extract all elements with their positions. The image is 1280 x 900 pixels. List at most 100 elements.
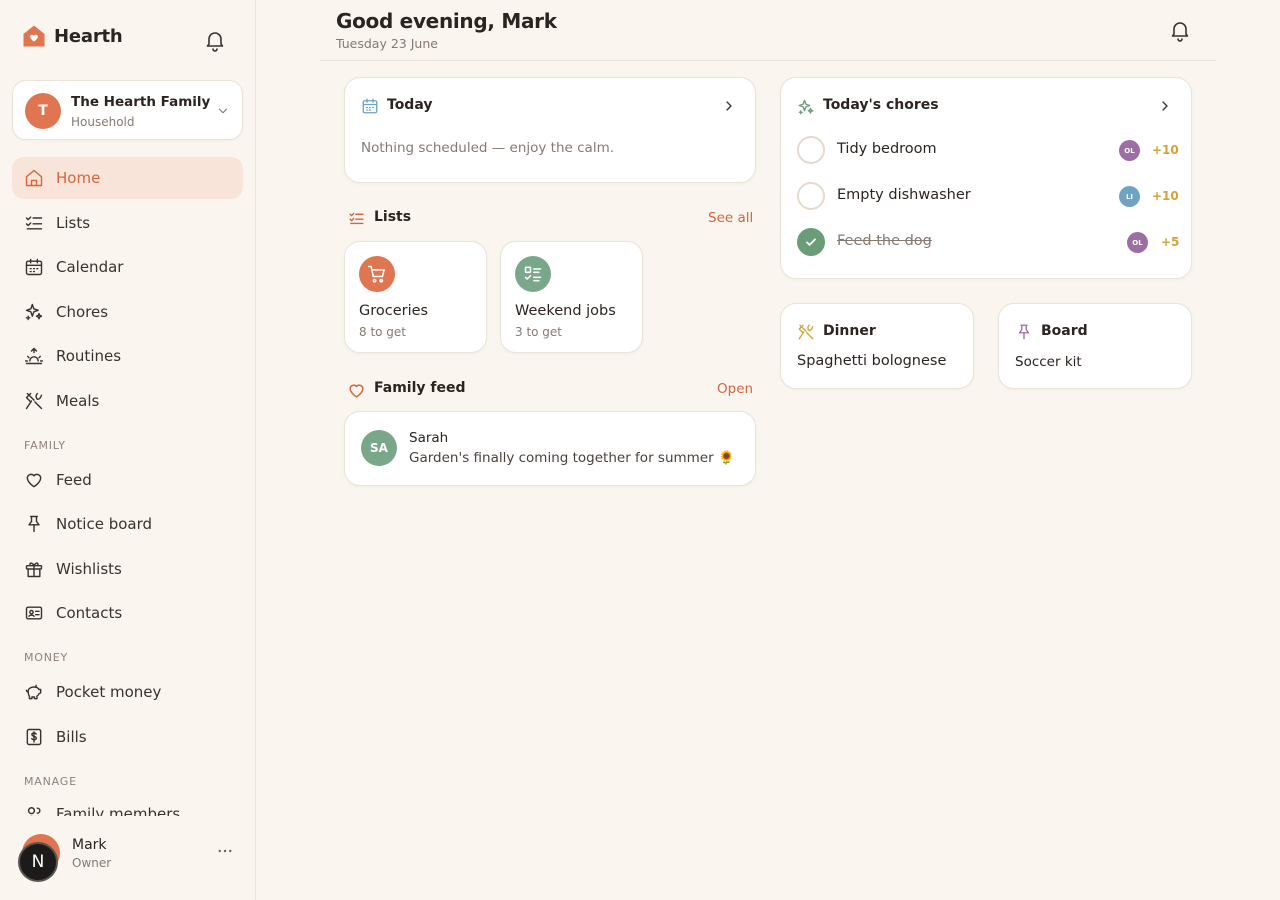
chore-points: +10 [1152,143,1179,157]
sidebar: Hearth T The Hearth Family Household Hom… [0,0,256,900]
nav-item-meals[interactable]: Meals [12,380,243,422]
section-label-money: MONEY [24,651,69,664]
nav-item-routines[interactable]: Routines [12,335,243,377]
chore-row: Feed the dog OL +5 [797,228,1179,258]
nav-label: Family members [56,805,181,816]
sparkles-icon [25,303,43,321]
board-card[interactable]: Board Soccer kit [998,303,1192,389]
see-all-link[interactable]: See all [708,210,753,226]
nav-item-family-members[interactable]: Family members [0,804,255,816]
more-options-icon[interactable] [216,842,234,860]
dinner-card[interactable]: Dinner Spaghetti bolognese [780,303,974,389]
user-role: Owner [72,856,112,870]
nav-item-notice-board[interactable]: Notice board [12,503,243,545]
pin-icon [28,515,40,533]
gift-icon [25,562,43,578]
chevron-right-icon[interactable] [721,98,737,114]
list-count: 3 to get [515,325,563,339]
feed-post-card[interactable]: SA Sarah Garden's finally coming togethe… [344,411,756,486]
dollar-receipt-icon [26,728,42,746]
calendar-icon [362,98,378,114]
post-author: Sarah [409,430,449,446]
chores-card: Today's chores Tidy bedroom OL +10 Empty… [780,77,1192,279]
nav-label: Contacts [56,604,123,622]
list-name: Groceries [359,303,429,319]
nav-item-contacts[interactable]: Contacts [12,592,243,634]
tile-icon-bg [359,256,395,292]
pin-icon [1018,324,1030,340]
list-checks-icon [349,212,364,225]
cart-icon [367,265,385,283]
chore-name: Empty dishwasher [837,187,971,203]
nav-label: Calendar [56,258,124,276]
utensils-icon [798,324,814,340]
nav-label: Home [56,169,101,187]
nav-item-feed[interactable]: Feed [12,459,243,501]
household-role: Household [71,115,135,129]
assignee-avatar: OL [1119,140,1140,161]
chore-checkbox-checked[interactable] [797,228,825,256]
list-count: 8 to get [359,325,407,339]
nav-item-bills[interactable]: Bills [12,716,243,758]
nav-item-lists[interactable]: Lists [12,202,243,244]
board-value: Soccer kit [1015,354,1082,370]
board-title: Board [1041,323,1088,339]
post-text: Garden's finally coming together for sum… [409,450,735,466]
check-icon [806,238,816,246]
section-label-manage: MANAGE [24,775,77,788]
chevron-right-icon[interactable] [1157,98,1173,114]
bell-icon[interactable] [1168,18,1192,42]
utensils-icon [25,392,43,410]
nav-label: Bills [56,728,87,746]
user-name: Mark [72,837,107,853]
header-divider [320,60,1216,61]
users-icon [27,807,41,816]
nav-label: Chores [56,303,109,321]
chore-name: Tidy bedroom [837,141,937,157]
app-name: Hearth [54,25,123,47]
today-card[interactable]: Today Nothing scheduled — enjoy the calm… [344,77,756,183]
list-tile-weekend-jobs[interactable]: Weekend jobs 3 to get [500,241,643,353]
chore-checkbox[interactable] [797,136,825,164]
feed-section-title: Family feed [374,380,466,396]
assignee-avatar: LI [1119,186,1140,207]
chevron-down-icon [218,108,228,114]
household-avatar: T [25,93,61,129]
nav-label: Feed [56,471,92,489]
contact-card-icon [25,606,43,620]
list-tile-groceries[interactable]: Groceries 8 to get [344,241,487,353]
nav-item-calendar[interactable]: Calendar [12,246,243,288]
chore-checkbox[interactable] [797,182,825,210]
nav-label: Notice board [56,515,153,533]
hearth-logo-icon [23,25,45,47]
chore-row: Empty dishwasher LI +10 [797,182,1179,212]
nav-item-home[interactable]: Home [12,157,243,199]
author-avatar: SA [361,430,397,466]
feed-open-link[interactable]: Open [717,381,753,397]
household-switcher[interactable]: T The Hearth Family Household [12,80,243,140]
page-greeting: Good evening, Mark [336,9,557,33]
nav-item-wishlists[interactable]: Wishlists [12,548,243,590]
heart-icon [349,384,364,398]
sparkles-icon [798,99,814,115]
checklist-icon [524,266,542,282]
household-name: The Hearth Family [71,94,211,110]
n-badge[interactable]: N [18,842,58,882]
brand[interactable]: Hearth [22,24,123,48]
nav-item-pocket-money[interactable]: Pocket money [12,671,243,713]
nav-label: Pocket money [56,683,162,701]
today-empty-text: Nothing scheduled — enjoy the calm. [361,140,615,156]
heart-icon [26,473,42,488]
sunrise-icon [24,347,44,365]
page-date: Tuesday 23 June [336,36,438,51]
home-icon [25,169,43,187]
notifications-bell-icon[interactable] [203,28,227,52]
list-name: Weekend jobs [515,303,616,319]
dinner-title: Dinner [823,323,876,339]
chores-title: Today's chores [823,97,939,113]
calendar-icon [25,258,43,276]
user-profile[interactable]: N Mark Owner [0,826,255,886]
nav-label: Lists [56,214,91,232]
nav-item-chores[interactable]: Chores [12,291,243,333]
dinner-value: Spaghetti bolognese [797,353,947,369]
